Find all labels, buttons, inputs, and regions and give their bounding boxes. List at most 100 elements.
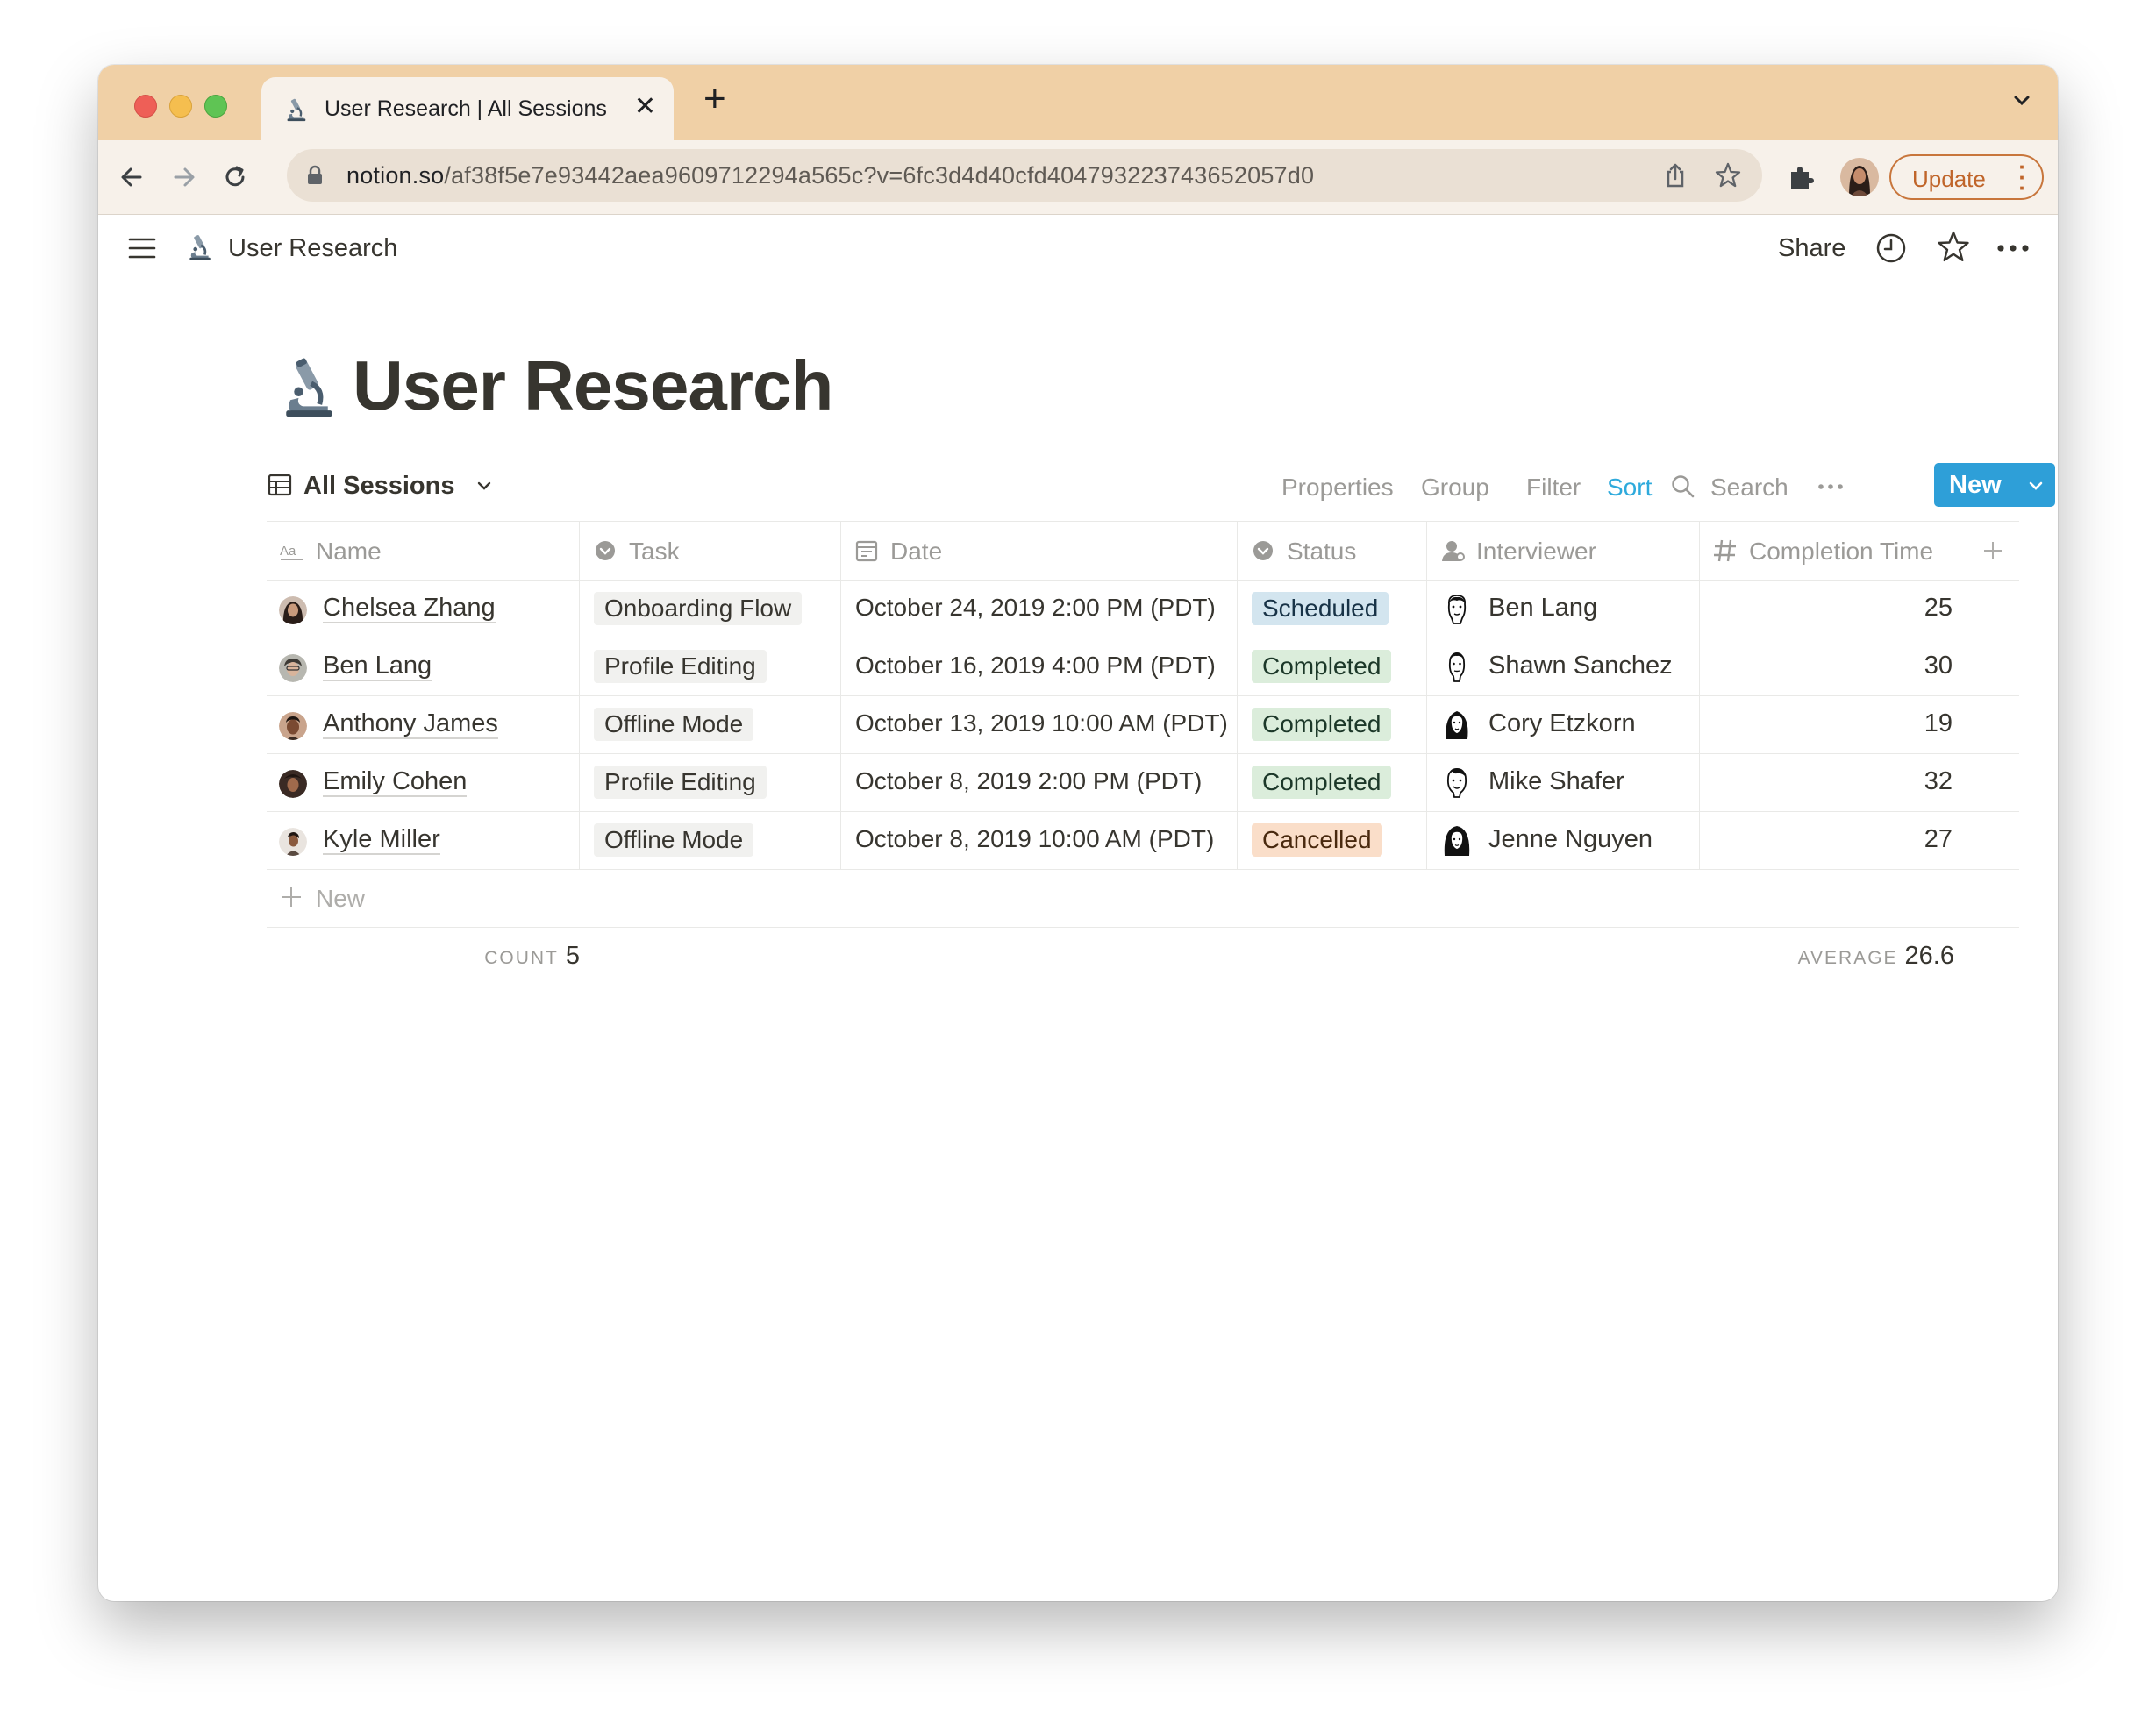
sidebar-menu-icon[interactable] (126, 232, 158, 264)
name-cell[interactable]: Emily Cohen (267, 753, 580, 811)
bookmark-star-icon[interactable] (1713, 160, 1743, 190)
task-cell[interactable]: Offline Mode (580, 811, 841, 869)
column-header-interviewer[interactable]: Interviewer (1427, 522, 1700, 580)
average-calculation[interactable]: AVERAGE 26.6 (1700, 942, 1954, 994)
count-value: 5 (565, 942, 580, 970)
column-header-name[interactable]: Aa Name (267, 522, 580, 580)
new-tab-icon[interactable]: + (703, 77, 726, 121)
person-name[interactable]: Ben Lang (323, 652, 432, 681)
table-view-icon (268, 474, 292, 496)
column-header-status[interactable]: Status (1238, 522, 1427, 580)
forward-arrow-icon[interactable] (167, 160, 202, 195)
column-label: Status (1287, 538, 1357, 565)
table-row[interactable]: Anthony James Offline Mode October 13, 2… (267, 695, 2019, 754)
date-cell[interactable]: October 8, 2019 10:00 AM (PDT) (841, 811, 1238, 869)
search-button[interactable]: Search (1710, 474, 1788, 502)
lock-icon[interactable] (306, 165, 324, 186)
interviewer-cell[interactable]: Ben Lang (1427, 580, 1700, 638)
task-cell[interactable]: Onboarding Flow (580, 580, 841, 638)
group-button[interactable]: Group (1421, 474, 1489, 502)
name-cell[interactable]: Kyle Miller (267, 811, 580, 869)
filter-button[interactable]: Filter (1526, 474, 1581, 502)
person-name[interactable]: Anthony James (323, 709, 498, 739)
plus-icon (282, 887, 301, 907)
status-cell[interactable]: Completed (1238, 753, 1427, 811)
table-row[interactable]: Ben Lang Profile Editing October 16, 201… (267, 638, 2019, 696)
person-name[interactable]: Chelsea Zhang (323, 594, 496, 623)
maximize-window-button[interactable] (204, 95, 227, 118)
task-cell[interactable]: Profile Editing (580, 753, 841, 811)
table-row[interactable]: Chelsea Zhang Onboarding Flow October 24… (267, 580, 2019, 638)
share-page-icon[interactable] (1662, 161, 1688, 189)
properties-button[interactable]: Properties (1281, 474, 1394, 502)
interviewer-cell[interactable]: Mike Shafer (1427, 753, 1700, 811)
completion-time-cell[interactable]: 30 (1700, 638, 1967, 695)
sort-button[interactable]: Sort (1607, 474, 1652, 502)
date-cell[interactable]: October 24, 2019 2:00 PM (PDT) (841, 580, 1238, 638)
task-tag: Offline Mode (594, 708, 754, 741)
url-text[interactable]: notion.so/af38f5e7e93442aea9609712294a56… (346, 162, 1314, 189)
column-header-completion-time[interactable]: Completion Time (1700, 522, 1967, 580)
status-cell[interactable]: Completed (1238, 695, 1427, 753)
extensions-puzzle-icon[interactable] (1784, 160, 1819, 195)
column-header-task[interactable]: Task (580, 522, 841, 580)
table-row[interactable]: Emily Cohen Profile Editing October 8, 2… (267, 753, 2019, 812)
name-cell[interactable]: Ben Lang (267, 638, 580, 695)
interviewer-cell[interactable]: Jenne Nguyen (1427, 811, 1700, 869)
completion-time-cell[interactable]: 27 (1700, 811, 1967, 869)
svg-text:Aa: Aa (280, 544, 296, 559)
date-cell[interactable]: October 13, 2019 10:00 AM (PDT) (841, 695, 1238, 753)
address-bar[interactable]: notion.so/af38f5e7e93442aea9609712294a56… (287, 149, 1762, 202)
search-icon[interactable] (1670, 474, 1696, 500)
completion-time-cell[interactable]: 25 (1700, 580, 1967, 638)
person-name[interactable]: Emily Cohen (323, 767, 468, 797)
status-cell[interactable]: Cancelled (1238, 811, 1427, 869)
page-title[interactable]: User Research (353, 345, 833, 426)
profile-avatar[interactable] (1840, 158, 1879, 196)
task-cell[interactable]: Offline Mode (580, 695, 841, 753)
date-cell[interactable]: October 16, 2019 4:00 PM (PDT) (841, 638, 1238, 695)
view-options-icon[interactable] (1816, 472, 1845, 502)
interviewer-avatar (1446, 711, 1468, 739)
interviewer-cell[interactable]: Cory Etzkorn (1427, 695, 1700, 753)
add-property-button[interactable] (1967, 522, 2019, 580)
status-cell[interactable]: Completed (1238, 638, 1427, 695)
update-button[interactable]: Update · · · (1889, 154, 2044, 200)
interviewer-cell[interactable]: Shawn Sanchez (1427, 638, 1700, 695)
breadcrumb-page-title[interactable]: User Research (228, 234, 397, 263)
microscope-icon[interactable] (184, 232, 214, 262)
date-value: October 16, 2019 4:00 PM (PDT) (855, 652, 1216, 679)
new-row-label: New (316, 885, 366, 912)
more-options-icon[interactable] (1993, 231, 2033, 266)
column-header-date[interactable]: Date (841, 522, 1238, 580)
date-value: October 13, 2019 10:00 AM (PDT) (855, 709, 1228, 737)
chevron-down-icon[interactable] (2027, 477, 2045, 495)
status-cell[interactable]: Scheduled (1238, 580, 1427, 638)
task-cell[interactable]: Profile Editing (580, 638, 841, 695)
completion-time-cell[interactable]: 32 (1700, 753, 1967, 811)
share-button[interactable]: Share (1778, 234, 1845, 263)
count-calculation[interactable]: COUNT 5 (267, 942, 580, 994)
new-record-button[interactable]: New (1934, 463, 2055, 507)
add-new-row-button[interactable]: New (267, 869, 2019, 928)
table-row[interactable]: Kyle Miller Offline Mode October 8, 2019… (267, 811, 2019, 870)
column-label: Name (316, 538, 382, 565)
reload-icon[interactable] (218, 160, 253, 195)
person-name[interactable]: Kyle Miller (323, 825, 440, 855)
microscope-icon[interactable] (274, 354, 340, 421)
history-clock-icon[interactable] (1874, 231, 1909, 266)
tab-close-icon[interactable]: ✕ (634, 91, 656, 122)
favorite-star-icon[interactable] (1935, 229, 1972, 266)
date-cell[interactable]: October 8, 2019 2:00 PM (PDT) (841, 753, 1238, 811)
task-tag: Profile Editing (594, 766, 767, 799)
browser-tab-active[interactable]: User Research | All Sessions ✕ (261, 77, 674, 140)
plus-icon (1984, 542, 2002, 559)
minimize-window-button[interactable] (169, 95, 192, 118)
person-property-icon (1442, 541, 1465, 561)
back-arrow-icon[interactable] (114, 160, 149, 195)
name-cell[interactable]: Anthony James (267, 695, 580, 753)
name-cell[interactable]: Chelsea Zhang (267, 580, 580, 638)
tab-search-chevron-icon[interactable] (2009, 88, 2035, 114)
close-window-button[interactable] (134, 95, 157, 118)
completion-time-cell[interactable]: 19 (1700, 695, 1967, 753)
